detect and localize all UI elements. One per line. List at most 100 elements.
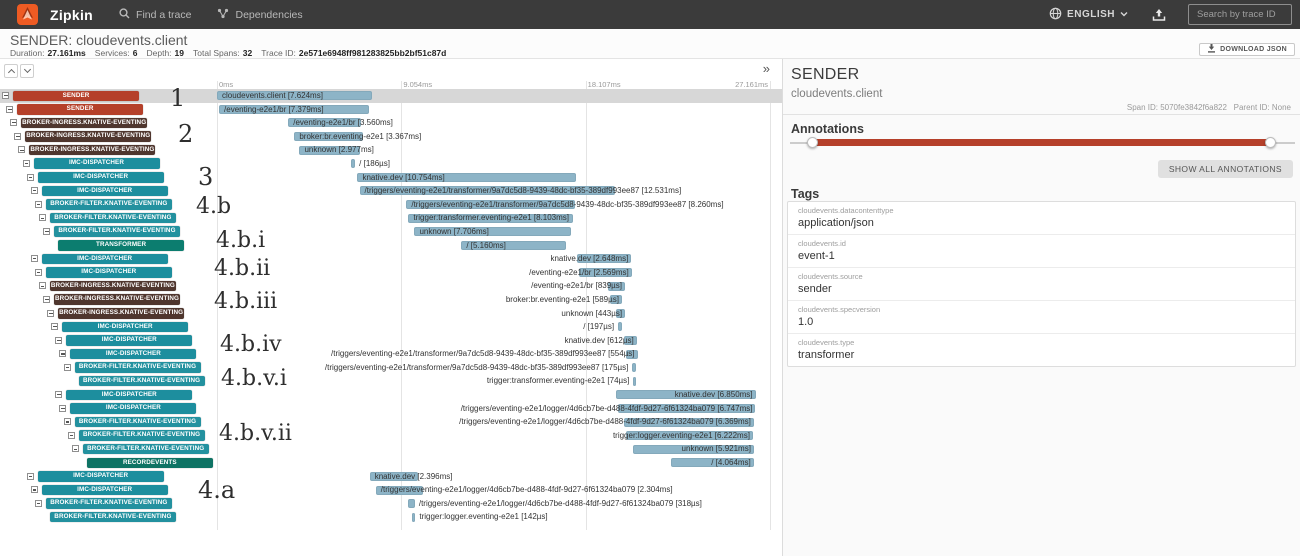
trace-row[interactable]: RECORDEVENTS/ [4.064ms] [0, 456, 782, 470]
collapse-toggle-checkbox[interactable] [59, 350, 66, 357]
trace-id-search-input[interactable] [1188, 4, 1292, 25]
trace-row[interactable]: BROKER-INGRESS.KNATIVE-EVENTING/eventing… [0, 116, 782, 130]
trace-row[interactable]: SENDER/eventing-e2e1/br [7.379ms] [0, 103, 782, 117]
trace-row[interactable]: BROKER-FILTER.KNATIVE-EVENTINGtrigger:lo… [0, 429, 782, 443]
collapse-toggle-checkbox[interactable] [55, 391, 62, 398]
collapse-toggle-checkbox[interactable] [35, 269, 42, 276]
service-label[interactable]: IMC-DISPATCHER [38, 471, 164, 482]
service-label[interactable]: BROKER-INGRESS.KNATIVE-EVENTING [21, 118, 147, 129]
span-bar[interactable] [351, 159, 355, 168]
collapse-toggle-checkbox[interactable] [31, 187, 38, 194]
span-bar[interactable] [412, 513, 415, 522]
trace-row[interactable]: IMC-DISPATCHERknative.dev [612µs] [0, 334, 782, 348]
trace-row[interactable]: IMC-DISPATCHERknative.dev [6.850ms] [0, 388, 782, 402]
service-label[interactable]: IMC-DISPATCHER [42, 485, 168, 496]
service-label[interactable]: BROKER-FILTER.KNATIVE-EVENTING [54, 226, 180, 237]
collapse-toggle-checkbox[interactable] [14, 133, 21, 140]
service-label[interactable]: BROKER-FILTER.KNATIVE-EVENTING [75, 362, 201, 373]
trace-row[interactable]: IMC-DISPATCHER/triggers/eventing-e2e1/tr… [0, 184, 782, 198]
collapse-toggle-checkbox[interactable] [43, 296, 50, 303]
trace-row[interactable]: BROKER-FILTER.KNATIVE-EVENTINGtrigger:tr… [0, 374, 782, 388]
service-label[interactable]: IMC-DISPATCHER [42, 186, 168, 197]
service-label[interactable]: IMC-DISPATCHER [38, 172, 164, 183]
zipkin-logo-icon[interactable] [17, 4, 38, 25]
expand-all-button[interactable] [20, 64, 34, 78]
service-label[interactable]: BROKER-INGRESS.KNATIVE-EVENTING [58, 308, 184, 319]
annotation-slider-handle-right[interactable] [1265, 137, 1276, 148]
trace-row[interactable]: IMC-DISPATCHER/triggers/eventing-e2e1/tr… [0, 347, 782, 361]
trace-row[interactable]: BROKER-FILTER.KNATIVE-EVENTINGunknown [7… [0, 225, 782, 239]
trace-row[interactable]: BROKER-INGRESS.KNATIVE-EVENTINGbroker:br… [0, 293, 782, 307]
collapse-toggle-checkbox[interactable] [27, 473, 34, 480]
trace-row[interactable]: SENDERcloudevents.client [7.624ms] [0, 89, 782, 103]
service-label[interactable]: IMC-DISPATCHER [70, 349, 196, 360]
service-label[interactable]: BROKER-FILTER.KNATIVE-EVENTING [79, 430, 205, 441]
collapse-toggle-checkbox[interactable] [27, 174, 34, 181]
collapse-toggle-checkbox[interactable] [55, 337, 62, 344]
span-bar[interactable] [618, 322, 622, 331]
collapse-toggle-checkbox[interactable] [31, 255, 38, 262]
collapse-toggle-checkbox[interactable] [47, 310, 54, 317]
collapse-toggle-checkbox[interactable] [43, 228, 50, 235]
trace-row[interactable]: BROKER-INGRESS.KNATIVE-EVENTINGbroker:br… [0, 130, 782, 144]
trace-row[interactable]: BROKER-FILTER.KNATIVE-EVENTINGunknown [5… [0, 442, 782, 456]
trace-row[interactable]: IMC-DISPATCHER/eventing-e2e1/br [2.569ms… [0, 266, 782, 280]
trace-row[interactable]: BROKER-FILTER.KNATIVE-EVENTING/triggers/… [0, 361, 782, 375]
show-all-annotations-button[interactable]: SHOW ALL ANNOTATIONS [1158, 160, 1293, 178]
service-label[interactable]: IMC-DISPATCHER [62, 322, 188, 333]
collapse-toggle-checkbox[interactable] [51, 323, 58, 330]
service-label[interactable]: BROKER-FILTER.KNATIVE-EVENTING [50, 213, 176, 224]
trace-row[interactable]: BROKER-FILTER.KNATIVE-EVENTINGtrigger:lo… [0, 510, 782, 524]
service-label[interactable]: SENDER [13, 91, 139, 102]
trace-row[interactable]: BROKER-INGRESS.KNATIVE-EVENTINGunknown [… [0, 307, 782, 321]
upload-trace-button[interactable] [1152, 8, 1166, 22]
service-label[interactable]: SENDER [17, 104, 143, 115]
collapse-toggle-checkbox[interactable] [59, 405, 66, 412]
collapse-all-button[interactable] [4, 64, 18, 78]
trace-row[interactable]: IMC-DISPATCHER/triggers/eventing-e2e1/lo… [0, 483, 782, 497]
trace-row[interactable]: IMC-DISPATCHER/triggers/eventing-e2e1/lo… [0, 402, 782, 416]
collapse-toggle-checkbox[interactable] [39, 282, 46, 289]
trace-row[interactable]: BROKER-FILTER.KNATIVE-EVENTINGtrigger:tr… [0, 211, 782, 225]
nav-find-a-trace[interactable]: Find a trace [119, 8, 191, 22]
trace-row[interactable]: BROKER-FILTER.KNATIVE-EVENTING/triggers/… [0, 497, 782, 511]
service-label[interactable]: BROKER-FILTER.KNATIVE-EVENTING [50, 512, 176, 523]
span-bar[interactable] [408, 499, 414, 508]
service-label[interactable]: IMC-DISPATCHER [46, 267, 172, 278]
service-label[interactable]: BROKER-FILTER.KNATIVE-EVENTING [79, 376, 205, 387]
trace-row[interactable]: IMC-DISPATCHER/ [197µs] [0, 320, 782, 334]
service-label[interactable]: BROKER-FILTER.KNATIVE-EVENTING [46, 199, 172, 210]
service-label[interactable]: BROKER-INGRESS.KNATIVE-EVENTING [54, 294, 180, 305]
span-bar[interactable] [632, 363, 636, 372]
service-label[interactable]: TRANSFORMER [58, 240, 184, 251]
trace-row[interactable]: IMC-DISPATCHERknative.dev [10.754ms] [0, 171, 782, 185]
collapse-toggle-checkbox[interactable] [64, 364, 71, 371]
language-selector[interactable]: ENGLISH [1049, 7, 1128, 23]
collapse-toggle-checkbox[interactable] [2, 92, 9, 99]
trace-row[interactable]: BROKER-FILTER.KNATIVE-EVENTING/triggers/… [0, 198, 782, 212]
annotation-slider-handle-left[interactable] [807, 137, 818, 148]
collapse-toggle-checkbox[interactable] [6, 106, 13, 113]
service-label[interactable]: IMC-DISPATCHER [70, 403, 196, 414]
nav-dependencies[interactable]: Dependencies [217, 8, 302, 22]
trace-row[interactable]: IMC-DISPATCHERknative.dev [2.396ms] [0, 470, 782, 484]
service-label[interactable]: IMC-DISPATCHER [34, 158, 160, 169]
trace-row[interactable]: TRANSFORMER/ [5.160ms] [0, 239, 782, 253]
collapse-toggle-checkbox[interactable] [18, 146, 25, 153]
collapse-toggle-checkbox[interactable] [35, 500, 42, 507]
trace-row[interactable]: BROKER-FILTER.KNATIVE-EVENTING/triggers/… [0, 415, 782, 429]
service-label[interactable]: IMC-DISPATCHER [42, 254, 168, 265]
service-label[interactable]: BROKER-FILTER.KNATIVE-EVENTING [75, 417, 201, 428]
service-label[interactable]: BROKER-FILTER.KNATIVE-EVENTING [46, 498, 172, 509]
collapse-detail-pane-icon[interactable]: » [763, 61, 770, 76]
trace-row[interactable]: IMC-DISPATCHER/ [186µs] [0, 157, 782, 171]
collapse-toggle-checkbox[interactable] [68, 432, 75, 439]
trace-row[interactable]: BROKER-INGRESS.KNATIVE-EVENTINGunknown [… [0, 143, 782, 157]
collapse-toggle-checkbox[interactable] [23, 160, 30, 167]
collapse-toggle-checkbox[interactable] [35, 201, 42, 208]
collapse-toggle-checkbox[interactable] [31, 486, 38, 493]
trace-row[interactable]: IMC-DISPATCHERknative.dev [2.648ms] [0, 252, 782, 266]
service-label[interactable]: BROKER-INGRESS.KNATIVE-EVENTING [25, 131, 151, 142]
annotation-slider-range[interactable] [812, 139, 1270, 146]
service-label[interactable]: RECORDEVENTS [87, 458, 213, 469]
